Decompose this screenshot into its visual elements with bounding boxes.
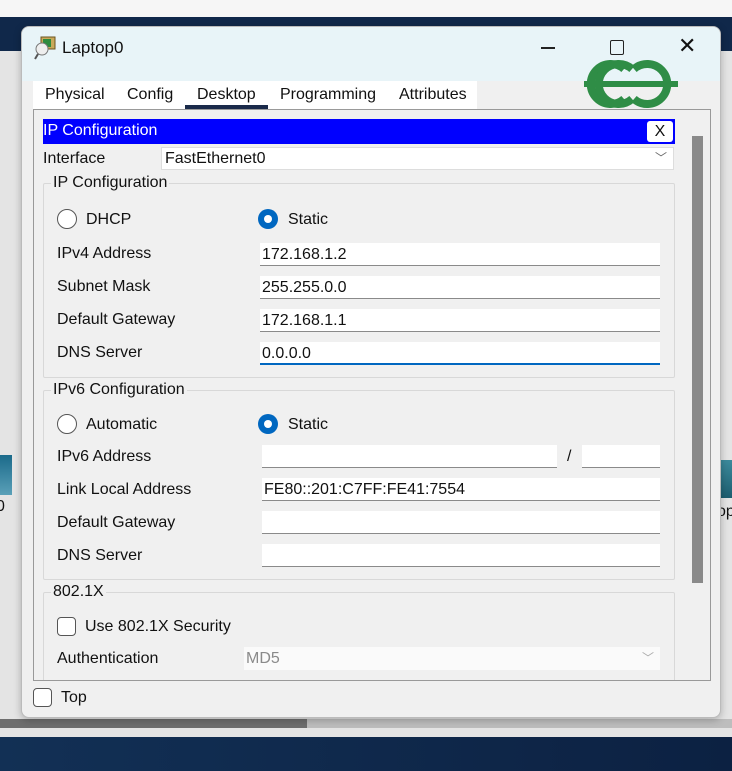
ipv6-gateway-label: Default Gateway [57, 514, 176, 531]
link-local-label: Link Local Address [57, 481, 192, 498]
default-gateway-label: Default Gateway [57, 311, 176, 328]
interface-label: Interface [43, 150, 106, 167]
taskbar [0, 737, 732, 771]
ipv4-address-label: IPv4 Address [57, 245, 152, 262]
horizontal-scrollbar-thumb[interactable] [0, 719, 307, 728]
ipv6-dns-input[interactable] [262, 544, 660, 567]
tab-programming[interactable]: Programming [280, 81, 376, 109]
subnet-mask-label: Subnet Mask [57, 278, 151, 295]
minimize-button[interactable] [541, 47, 555, 49]
close-ip-config-button[interactable]: X [647, 121, 673, 142]
prefix-slash: / [567, 448, 572, 465]
top-label: Top [61, 689, 87, 706]
ipv4-address-input[interactable]: 172.168.1.2 [260, 243, 660, 266]
chevron-down-icon: ﹀ [654, 151, 667, 165]
chevron-down-icon: ﹀ [641, 651, 654, 665]
maximize-button[interactable] [610, 40, 624, 55]
desktop-top-strip [0, 0, 732, 17]
interface-value: FastEthernet0 [165, 150, 266, 167]
vertical-scrollbar-thumb[interactable] [692, 136, 703, 583]
window-title: Laptop0 [62, 38, 124, 57]
use-8021x-checkbox[interactable] [57, 617, 76, 636]
top-checkbox[interactable] [33, 688, 52, 707]
tab-physical[interactable]: Physical [45, 81, 105, 109]
background-device-label-left: 0 [0, 498, 5, 515]
default-gateway-input[interactable]: 172.168.1.1 [260, 309, 660, 332]
ipv6-prefix-input[interactable] [582, 445, 660, 468]
dhcp-label: DHCP [86, 211, 132, 228]
link-local-input[interactable]: FE80::201:C7FF:FE41:7554 [262, 478, 660, 501]
background-device-icon-left [0, 455, 12, 495]
ipv6-automatic-radio[interactable] [57, 414, 77, 434]
use-8021x-label: Use 802.1X Security [85, 618, 231, 635]
ip-config-title: IP Configuration [43, 122, 158, 139]
authentication-label: Authentication [57, 650, 159, 667]
gfg-logo [584, 60, 678, 108]
authentication-select[interactable]: MD5 ﹀ [244, 647, 660, 670]
ipv6-static-radio[interactable] [258, 414, 278, 434]
tab-attributes[interactable]: Attributes [399, 81, 467, 109]
ipv4-static-radio[interactable] [258, 209, 278, 229]
ipv6-gateway-input[interactable] [262, 511, 660, 534]
ipv6-legend: IPv6 Configuration [51, 381, 187, 399]
ip-config-header: IP Configuration X [43, 119, 675, 144]
desktop-panel: IP Configuration X Interface FastEtherne… [33, 109, 711, 681]
ipv4-static-label: Static [288, 211, 329, 228]
dhcp-radio[interactable] [57, 209, 77, 229]
dns-server-input[interactable]: 0.0.0.0 [260, 342, 660, 365]
ipv6-automatic-label: Automatic [86, 416, 158, 433]
horizontal-scrollbar-track[interactable] [307, 719, 732, 728]
ipv6-static-label: Static [288, 416, 329, 433]
authentication-value: MD5 [246, 650, 280, 667]
tab-config[interactable]: Config [127, 81, 173, 109]
ipv4-legend: IP Configuration [51, 174, 170, 192]
tab-strip: Physical Config Desktop Programming Attr… [33, 81, 477, 109]
laptop-app-icon [34, 36, 56, 60]
laptop-window: Laptop0 ✕ Physical Config Desktop Progra… [21, 26, 721, 718]
dot1x-legend: 802.1X [51, 583, 106, 601]
interface-select[interactable]: FastEthernet0 ﹀ [161, 147, 674, 170]
close-window-button[interactable]: ✕ [678, 35, 696, 57]
ipv6-address-label: IPv6 Address [57, 448, 152, 465]
subnet-mask-input[interactable]: 255.255.0.0 [260, 276, 660, 299]
dns-server-label: DNS Server [57, 344, 143, 361]
ipv6-dns-label: DNS Server [57, 547, 143, 564]
background-device-icon-right [720, 460, 732, 498]
ipv6-address-input[interactable] [262, 445, 557, 468]
